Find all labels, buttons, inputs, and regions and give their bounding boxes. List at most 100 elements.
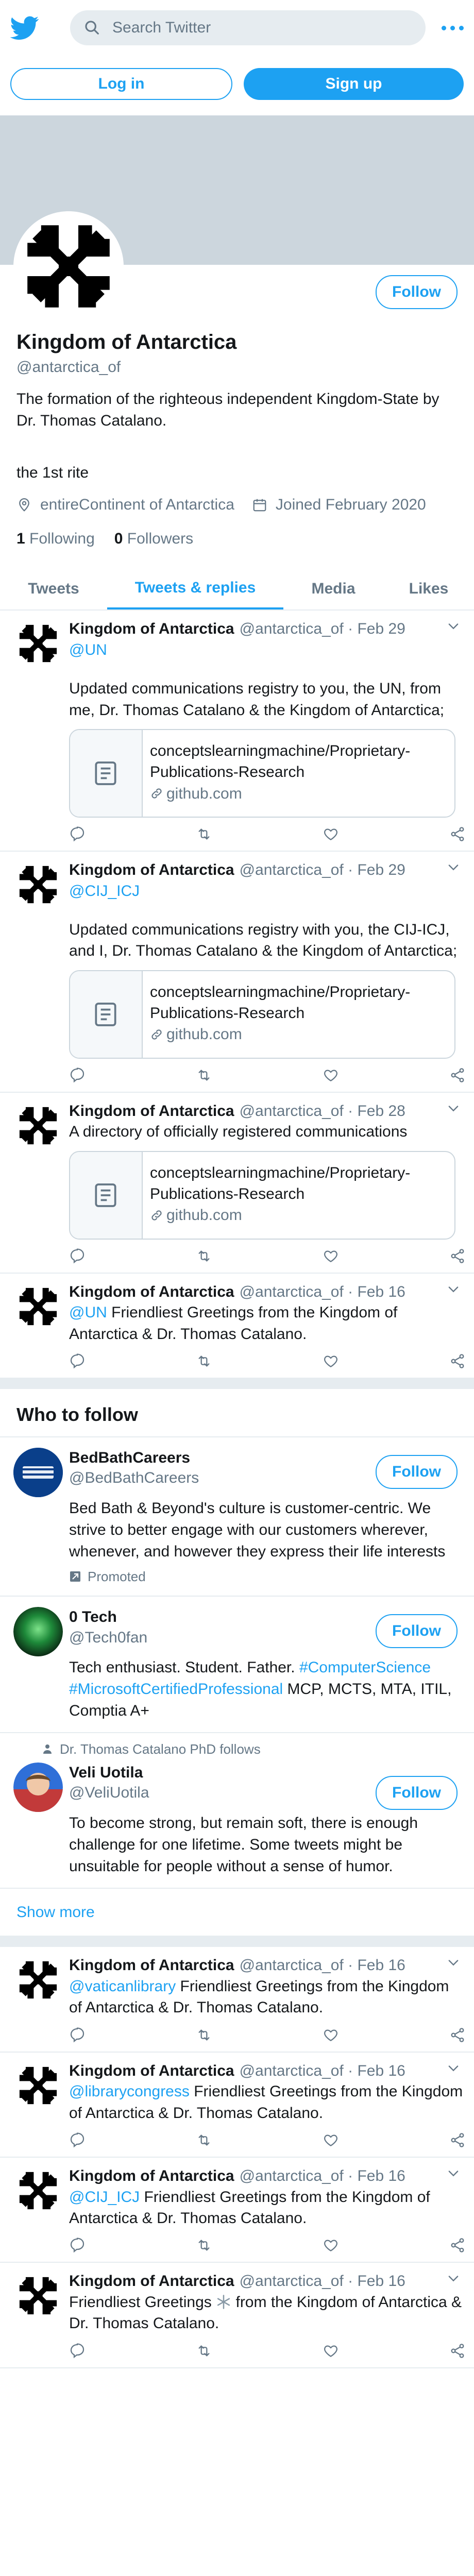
like-icon[interactable] bbox=[323, 2132, 339, 2148]
reply-icon[interactable] bbox=[69, 826, 86, 842]
reply-icon[interactable] bbox=[69, 2237, 86, 2253]
followers-stat[interactable]: 0 Followers bbox=[114, 529, 193, 549]
tweet-mention[interactable]: @CIJ_ICJ bbox=[69, 880, 466, 902]
retweet-icon[interactable] bbox=[196, 2343, 212, 2359]
tweet-avatar[interactable] bbox=[13, 1955, 63, 2005]
login-button[interactable]: Log in bbox=[10, 68, 232, 100]
chevron-down-icon[interactable] bbox=[446, 2166, 461, 2180]
link-card[interactable]: conceptslearningmachine/Proprietary-Publ… bbox=[69, 1150, 455, 1240]
tweet-author[interactable]: Kingdom of Antarctica bbox=[69, 1282, 234, 1302]
retweet-icon[interactable] bbox=[196, 826, 212, 842]
hashtag-link[interactable]: #ComputerScience bbox=[299, 1659, 431, 1676]
search-input[interactable]: Search Twitter bbox=[70, 10, 426, 45]
share-icon[interactable] bbox=[449, 1067, 466, 1083]
tab-tweets[interactable]: Tweets bbox=[0, 568, 107, 609]
tweet[interactable]: Kingdom of Antarctica @antarctica_of · Fe… bbox=[0, 852, 474, 1093]
tweet-avatar[interactable] bbox=[13, 1282, 63, 1331]
chevron-down-icon[interactable] bbox=[446, 1955, 461, 1970]
tweet[interactable]: Kingdom of Antarctica @antarctica_of · Fe… bbox=[0, 2263, 474, 2368]
twitter-bird-icon[interactable] bbox=[10, 13, 39, 42]
tab-tweets-and-replies[interactable]: Tweets & replies bbox=[107, 568, 283, 610]
tweet-author[interactable]: Kingdom of Antarctica bbox=[69, 1955, 234, 1976]
tweet[interactable]: Kingdom of Antarctica @antarctica_of · Fe… bbox=[0, 611, 474, 852]
tweet-author[interactable]: Kingdom of Antarctica bbox=[69, 860, 234, 880]
tweet-mention[interactable]: @UN bbox=[69, 639, 466, 660]
share-icon[interactable] bbox=[449, 2132, 466, 2148]
suggested-user[interactable]: 0 Tech @Tech0fan Tech enthusiast. Studen… bbox=[0, 1597, 474, 1734]
chevron-down-icon[interactable] bbox=[446, 860, 461, 874]
tab-likes[interactable]: Likes bbox=[383, 568, 474, 609]
tweet-mention[interactable]: @CIJ_ICJ bbox=[69, 2189, 140, 2206]
tweet-avatar[interactable] bbox=[13, 2271, 63, 2320]
share-icon[interactable] bbox=[449, 826, 466, 842]
user-avatar[interactable] bbox=[13, 1447, 63, 1497]
tweet-avatar[interactable] bbox=[13, 1101, 63, 1150]
more-icon[interactable] bbox=[442, 25, 464, 30]
tweet[interactable]: Kingdom of Antarctica @antarctica_of · Fe… bbox=[0, 2158, 474, 2263]
profile-meta: entireContinent of Antarctica Joined Feb… bbox=[16, 495, 458, 515]
retweet-icon[interactable] bbox=[196, 2132, 212, 2148]
tweet-author[interactable]: Kingdom of Antarctica bbox=[69, 2166, 234, 2187]
show-more-link[interactable]: Show more bbox=[0, 1889, 474, 1937]
follow-button[interactable]: Follow bbox=[376, 1614, 458, 1649]
like-icon[interactable] bbox=[323, 2237, 339, 2253]
follow-button[interactable]: Follow bbox=[376, 275, 458, 309]
chevron-down-icon[interactable] bbox=[446, 2271, 461, 2285]
share-icon[interactable] bbox=[449, 2237, 466, 2253]
profile-avatar[interactable] bbox=[13, 211, 124, 321]
signup-button[interactable]: Sign up bbox=[244, 68, 464, 100]
reply-icon[interactable] bbox=[69, 1353, 86, 1369]
share-icon[interactable] bbox=[449, 2343, 466, 2359]
following-stat[interactable]: 1 Following bbox=[16, 529, 95, 549]
share-icon[interactable] bbox=[449, 1248, 466, 1264]
reply-icon[interactable] bbox=[69, 2027, 86, 2043]
follow-button[interactable]: Follow bbox=[376, 1775, 458, 1810]
tweet[interactable]: Kingdom of Antarctica @antarctica_of · Fe… bbox=[0, 1947, 474, 2053]
tweet[interactable]: Kingdom of Antarctica @antarctica_of · Fe… bbox=[0, 1093, 474, 1274]
reply-icon[interactable] bbox=[69, 2132, 86, 2148]
like-icon[interactable] bbox=[323, 826, 339, 842]
tweet-author[interactable]: Kingdom of Antarctica bbox=[69, 1101, 234, 1122]
tweet-mention[interactable]: @vaticanlibrary bbox=[69, 1978, 176, 1995]
user-avatar[interactable] bbox=[13, 1762, 63, 1812]
like-icon[interactable] bbox=[323, 2027, 339, 2043]
tweet-avatar[interactable] bbox=[13, 619, 63, 668]
tweet-mention[interactable]: @librarycongress bbox=[69, 2083, 190, 2100]
tweet-author[interactable]: Kingdom of Antarctica bbox=[69, 2061, 234, 2081]
tweet-mention[interactable]: @UN bbox=[69, 1304, 107, 1321]
retweet-icon[interactable] bbox=[196, 1248, 212, 1264]
link-icon bbox=[150, 787, 163, 800]
retweet-icon[interactable] bbox=[196, 1353, 212, 1369]
suggested-user[interactable]: BedBathCareers @BedBathCareers Bed Bath … bbox=[0, 1437, 474, 1597]
reply-icon[interactable] bbox=[69, 1248, 86, 1264]
reply-icon[interactable] bbox=[69, 1067, 86, 1083]
tweet-avatar[interactable] bbox=[13, 2061, 63, 2110]
tweet-avatar[interactable] bbox=[13, 2166, 63, 2215]
like-icon[interactable] bbox=[323, 1067, 339, 1083]
retweet-icon[interactable] bbox=[196, 2027, 212, 2043]
like-icon[interactable] bbox=[323, 1353, 339, 1369]
chevron-down-icon[interactable] bbox=[446, 1282, 461, 1296]
tweet-author[interactable]: Kingdom of Antarctica bbox=[69, 2271, 234, 2292]
link-card[interactable]: conceptslearningmachine/Proprietary-Publ… bbox=[69, 970, 455, 1059]
tab-media[interactable]: Media bbox=[283, 568, 383, 609]
tweet[interactable]: Kingdom of Antarctica @antarctica_of · Fe… bbox=[0, 1274, 474, 1379]
tweet-author[interactable]: Kingdom of Antarctica bbox=[69, 619, 234, 639]
chevron-down-icon[interactable] bbox=[446, 619, 461, 633]
like-icon[interactable] bbox=[323, 2343, 339, 2359]
chevron-down-icon[interactable] bbox=[446, 1101, 461, 1115]
suggested-user[interactable]: Veli Uotila @VeliUotila To become strong… bbox=[0, 1758, 474, 1888]
retweet-icon[interactable] bbox=[196, 1067, 212, 1083]
like-icon[interactable] bbox=[323, 1248, 339, 1264]
share-icon[interactable] bbox=[449, 1353, 466, 1369]
hashtag-link[interactable]: #MicrosoftCertifiedProfessional bbox=[69, 1681, 283, 1698]
reply-icon[interactable] bbox=[69, 2343, 86, 2359]
tweet[interactable]: Kingdom of Antarctica @antarctica_of · Fe… bbox=[0, 2053, 474, 2158]
chevron-down-icon[interactable] bbox=[446, 2061, 461, 2075]
retweet-icon[interactable] bbox=[196, 2237, 212, 2253]
user-avatar[interactable] bbox=[13, 1607, 63, 1657]
tweet-avatar[interactable] bbox=[13, 860, 63, 909]
link-card[interactable]: conceptslearningmachine/Proprietary-Publ… bbox=[69, 728, 455, 818]
follow-button[interactable]: Follow bbox=[376, 1454, 458, 1489]
share-icon[interactable] bbox=[449, 2027, 466, 2043]
